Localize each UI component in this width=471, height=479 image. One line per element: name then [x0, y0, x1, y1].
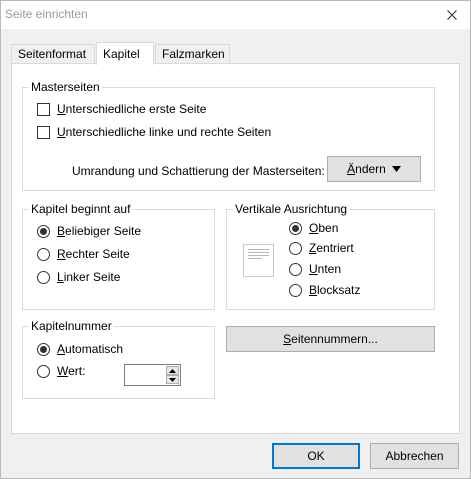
tab-label: Falzmarken	[162, 47, 225, 61]
checkbox[interactable]	[37, 125, 50, 139]
radio-label: Zentriert	[309, 241, 354, 255]
checkbox[interactable]	[37, 102, 50, 116]
spin-up-button[interactable]	[166, 366, 179, 375]
radio-label: Rechter Seite	[57, 247, 130, 261]
radio-label: Oben	[309, 221, 339, 235]
radio-left-page[interactable]: Linker Seite	[37, 270, 120, 284]
radio-label: Blocksatz	[309, 283, 361, 297]
radio-label: Automatisch	[57, 342, 124, 356]
group-title-vertical-alignment: Vertikale Ausrichtung	[233, 202, 350, 216]
radio-button[interactable]	[37, 270, 50, 284]
group-title-chapter-start: Kapitel beginnt auf	[29, 202, 133, 216]
chapter-start-group: Kapitel beginnt auf Beliebiger Seite Rec…	[22, 202, 215, 310]
page-numbers-button[interactable]: Seitennummern...	[226, 326, 435, 352]
radio-align-center[interactable]: Zentriert	[289, 241, 354, 255]
radio-button[interactable]	[37, 224, 50, 238]
tab-label: Kapitel	[103, 47, 140, 61]
arrow-up-icon	[169, 368, 176, 373]
triangle-down-icon	[391, 166, 401, 172]
tab-panel-kapitel: Masterseiten Unterschiedliche erste Seit…	[11, 63, 460, 434]
group-title-masterseiten: Masterseiten	[29, 80, 102, 94]
spin-buttons	[166, 366, 179, 384]
title-bar: Seite einrichten	[1, 1, 470, 29]
masterseiten-group: Masterseiten Unterschiedliche erste Seit…	[22, 80, 435, 191]
checkbox-different-first-page[interactable]: Unterschiedliche erste Seite	[37, 102, 206, 116]
chapter-number-spinner[interactable]	[124, 364, 181, 386]
vertical-alignment-group: Vertikale Ausrichtung Oben Zentriert Unt…	[226, 202, 435, 310]
close-icon	[447, 10, 457, 20]
radio-button[interactable]	[289, 221, 302, 235]
tab-seitenformat[interactable]: Seitenformat	[11, 44, 95, 64]
tab-label: Seitenformat	[18, 47, 87, 61]
radio-align-justify[interactable]: Blocksatz	[289, 283, 360, 297]
checkbox-label: Unterschiedliche linke und rechte Seiten	[57, 125, 272, 139]
radio-any-page[interactable]: Beliebiger Seite	[37, 224, 141, 238]
radio-value[interactable]: Wert:	[37, 364, 85, 378]
radio-button[interactable]	[37, 364, 50, 378]
radio-label: Beliebiger Seite	[57, 224, 142, 238]
checkbox-different-left-right[interactable]: Unterschiedliche linke und rechte Seiten	[37, 125, 271, 139]
spin-down-button[interactable]	[166, 375, 179, 384]
group-title-chapter-number: Kapitelnummer	[29, 319, 114, 333]
page-setup-dialog: Seite einrichten Seitenformat Kapitel Fa…	[0, 0, 471, 479]
change-button[interactable]: Ändern	[327, 156, 421, 182]
arrow-down-icon	[169, 377, 176, 382]
ok-button[interactable]: OK	[272, 443, 360, 469]
tab-kapitel[interactable]: Kapitel	[96, 42, 154, 65]
radio-right-page[interactable]: Rechter Seite	[37, 247, 130, 261]
cancel-button[interactable]: Abbrechen	[370, 443, 459, 469]
radio-label: Wert:	[57, 364, 86, 378]
window-title: Seite einrichten	[5, 7, 88, 21]
radio-label: Linker Seite	[57, 270, 121, 284]
tab-falzmarken[interactable]: Falzmarken	[155, 44, 230, 64]
chapter-number-group: Kapitelnummer Automatisch Wert:	[22, 319, 215, 399]
close-button[interactable]	[438, 3, 466, 27]
radio-align-top[interactable]: Oben	[289, 221, 338, 235]
radio-button[interactable]	[37, 247, 50, 261]
radio-automatic[interactable]: Automatisch	[37, 342, 123, 356]
radio-label: Unten	[309, 262, 342, 276]
radio-button[interactable]	[289, 262, 302, 276]
checkbox-label: Unterschiedliche erste Seite	[57, 102, 207, 116]
page-preview-icon	[243, 244, 274, 277]
radio-button[interactable]	[37, 342, 50, 356]
radio-button[interactable]	[289, 241, 302, 255]
border-shading-label: Umrandung und Schattierung der Mastersei…	[72, 164, 325, 178]
radio-align-bottom[interactable]: Unten	[289, 262, 341, 276]
radio-button[interactable]	[289, 283, 302, 297]
